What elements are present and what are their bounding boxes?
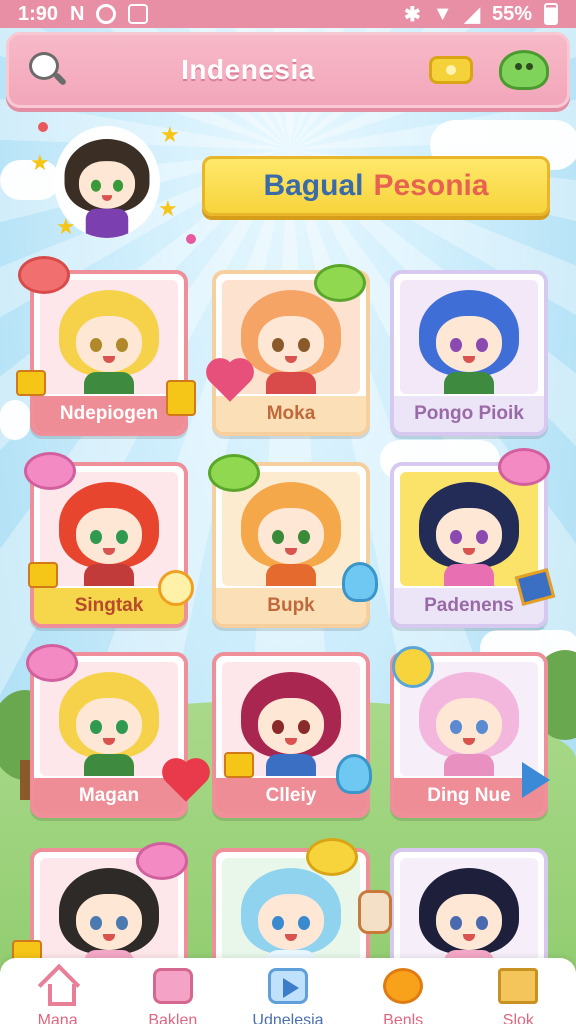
jar-icon — [358, 890, 392, 934]
bag-icon — [152, 968, 193, 1004]
character-card[interactable]: Ndepiogen — [30, 270, 188, 436]
nav-item-play[interactable]: Udnelesia — [238, 958, 338, 1024]
signal-icon: ◢ — [464, 3, 480, 26]
nav-label: Benls — [383, 1012, 424, 1024]
box-icon — [498, 968, 539, 1004]
title-banner: Bagual Pesonia — [202, 156, 550, 216]
character-portrait — [414, 482, 524, 586]
home-icon — [38, 968, 78, 1006]
star-icon: ★ — [30, 150, 50, 175]
chat-bubble-icon — [18, 256, 70, 294]
notification-circle-icon — [96, 4, 117, 24]
bunny-icon — [342, 562, 378, 602]
play-icon — [267, 968, 308, 1004]
clock: 1:90 — [18, 2, 59, 25]
chat-bubble-icon — [208, 454, 260, 492]
chat-bubble-icon — [26, 644, 78, 682]
bluetooth-icon: ✱ — [404, 3, 421, 26]
sun-icon — [392, 646, 434, 688]
character-card[interactable]: Pongo Pioik — [390, 270, 548, 436]
character-name: Pongo Pioik — [394, 396, 544, 432]
chat-bubble-icon — [306, 838, 358, 876]
coin-icon — [158, 570, 194, 606]
battery-level: 55% — [491, 2, 532, 25]
banner-word-1: Bagual — [263, 169, 364, 202]
gift-icon — [166, 380, 196, 416]
character-portrait — [414, 290, 524, 394]
slime-icon[interactable] — [498, 50, 549, 90]
character-name: Moka — [216, 396, 366, 432]
chat-bubble-icon — [24, 452, 76, 490]
character-name: Ndepiogen — [34, 396, 184, 432]
card-background — [222, 858, 360, 974]
card-background — [400, 858, 538, 974]
dot-decoration — [186, 234, 196, 244]
nav-item-flower[interactable]: Benls — [353, 958, 453, 1024]
cloud — [0, 400, 30, 440]
dot-decoration — [38, 122, 48, 132]
character-portrait — [236, 482, 346, 586]
character-portrait — [54, 290, 164, 394]
tree-trunk — [20, 760, 30, 800]
card-background — [400, 280, 538, 394]
card-background — [400, 472, 538, 586]
gift-icon — [28, 562, 58, 588]
nav-item-bag[interactable]: Baklen — [123, 958, 223, 1024]
gift-icon — [16, 370, 46, 396]
star-icon: ★ — [56, 214, 76, 239]
play-arrow-icon[interactable] — [522, 762, 550, 798]
star-icon: ★ — [158, 196, 178, 221]
status-bar: 1:90 N ✱ ▼ ◢ 55% — [0, 0, 576, 28]
nav-label: Udnelesia — [252, 1012, 324, 1024]
nav-label: Mana — [37, 1012, 78, 1024]
bow-icon[interactable] — [428, 56, 473, 84]
nav-item-box[interactable]: Slok — [468, 958, 568, 1024]
character-name: Magan — [34, 778, 184, 814]
character-portrait — [414, 672, 524, 776]
nav-item-home[interactable]: Mana — [8, 958, 108, 1024]
chat-bubble-icon — [314, 264, 366, 302]
search-icon[interactable] — [27, 50, 68, 90]
battery-icon — [544, 3, 558, 25]
wifi-icon: ▼ — [432, 2, 453, 25]
card-background — [40, 280, 178, 394]
character-portrait — [54, 482, 164, 586]
notification-square-icon — [128, 4, 149, 24]
app-title: Indenesia — [181, 54, 315, 85]
nav-label: Baklen — [148, 1012, 198, 1024]
card-background — [40, 472, 178, 586]
chat-bubble-icon — [498, 448, 550, 486]
bottom-navigation: Mana Baklen Udnelesia Benls Slok — [0, 958, 576, 1024]
gift-icon — [224, 752, 254, 778]
notification-app-icon: N — [70, 2, 85, 25]
flower-icon — [383, 968, 424, 1004]
chat-bubble-icon — [136, 842, 188, 880]
top-app-bar: Indenesia — [6, 32, 570, 108]
star-icon: ★ — [160, 122, 180, 147]
nav-label: Slok — [502, 1012, 534, 1024]
character-portrait — [54, 672, 164, 776]
bunny-icon — [336, 754, 372, 794]
banner-word-2: Pesonia — [373, 169, 489, 202]
